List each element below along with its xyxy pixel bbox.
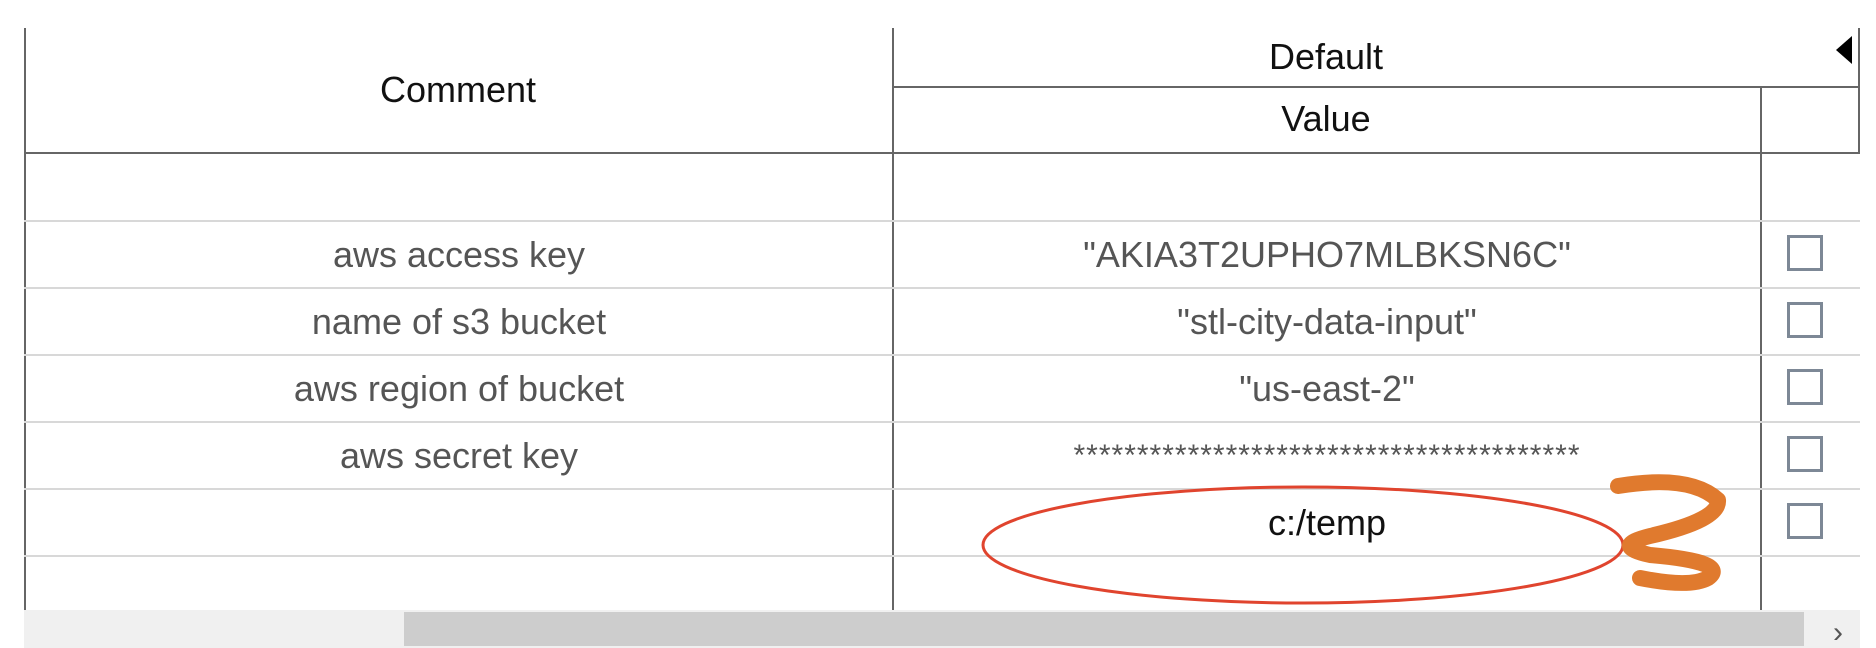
- properties-grid-screen: Comment Default Value aws access key "AK…: [0, 0, 1876, 648]
- grid-right-border: [1858, 28, 1860, 154]
- value-cell-s3-bucket[interactable]: "stl-city-data-input": [894, 289, 1760, 354]
- value-column-header[interactable]: Value: [892, 86, 1760, 152]
- chevron-right-icon[interactable]: ›: [1818, 618, 1858, 648]
- value-cell[interactable]: [894, 557, 1760, 610]
- row-checkbox[interactable]: [1787, 503, 1823, 539]
- comment-cell[interactable]: [26, 557, 892, 610]
- comment-cell[interactable]: [26, 490, 892, 555]
- value-cell-aws-secret-key[interactable]: ****************************************: [894, 423, 1760, 488]
- value-cell-aws-region[interactable]: "us-east-2": [894, 356, 1760, 421]
- row-checkbox[interactable]: [1787, 436, 1823, 472]
- comment-cell-s3-bucket[interactable]: name of s3 bucket: [26, 289, 892, 354]
- comment-cell-aws-region[interactable]: aws region of bucket: [26, 356, 892, 421]
- value-cell-aws-access-key[interactable]: "AKIA3T2UPHO7MLBKSN6C": [894, 222, 1760, 287]
- comment-cell-aws-secret-key[interactable]: aws secret key: [26, 423, 892, 488]
- default-group-header[interactable]: Default: [892, 28, 1760, 86]
- scrollbar-thumb[interactable]: [404, 612, 1804, 646]
- value-cell[interactable]: [894, 154, 1760, 220]
- row-checkbox[interactable]: [1787, 369, 1823, 405]
- value-check-divider: [1760, 86, 1762, 614]
- comment-column-header[interactable]: Comment: [24, 28, 892, 152]
- comment-cell[interactable]: [26, 154, 892, 220]
- comment-cell-aws-access-key[interactable]: aws access key: [26, 222, 892, 287]
- triangle-left-icon[interactable]: [1836, 36, 1852, 64]
- row-checkbox[interactable]: [1787, 235, 1823, 271]
- row-checkbox[interactable]: [1787, 302, 1823, 338]
- value-cell-temp-path[interactable]: c:/temp: [894, 490, 1760, 555]
